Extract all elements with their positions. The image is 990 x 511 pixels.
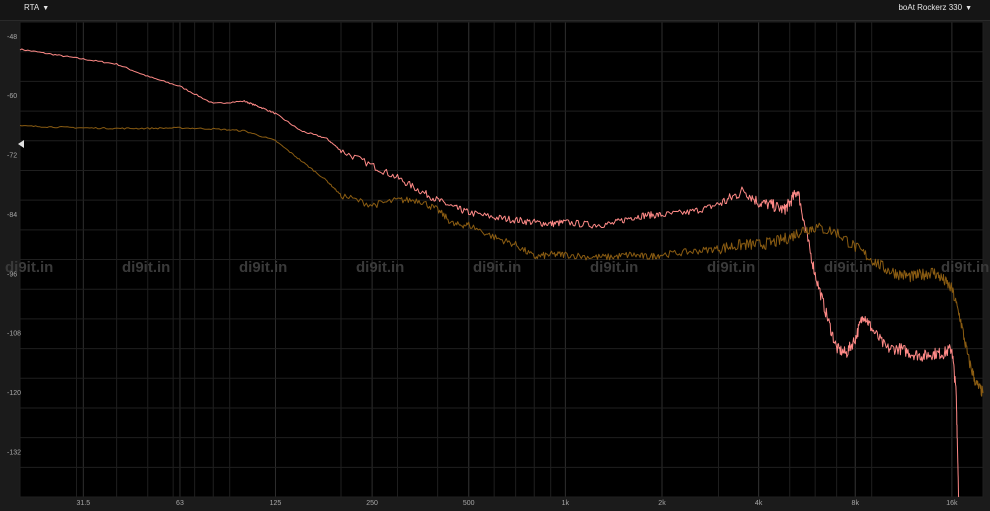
watermark-text: di9it.in xyxy=(590,259,638,276)
y-tick-label: -84 xyxy=(7,212,17,219)
y-tick-label: -120 xyxy=(7,390,21,397)
rta-window: RTA ▼ boAt Rockerz 330 ▼ di9it.in di9it.in d… xyxy=(0,0,990,511)
frequency-response-chart: di9it.in di9it.in di9it.in di9it.in di9it.in… xyxy=(5,21,989,507)
rta-mode-label: RTA xyxy=(24,3,40,12)
caret-down-icon: ▼ xyxy=(965,5,972,12)
watermark-text: di9it.in xyxy=(707,259,755,276)
device-dropdown[interactable]: boAt Rockerz 330 ▼ xyxy=(898,3,972,12)
top-bar: RTA ▼ boAt Rockerz 330 ▼ xyxy=(0,0,990,21)
x-tick-label: 2k xyxy=(658,500,666,507)
watermark-text: di9it.in xyxy=(473,259,521,276)
watermark-text: di9it.in xyxy=(824,259,872,276)
x-tick-label: 500 xyxy=(463,500,475,507)
x-tick-label: 4k xyxy=(755,500,763,507)
x-tick-label: 63 xyxy=(176,500,184,507)
x-tick-label: 1k xyxy=(562,500,570,507)
y-tick-label: -72 xyxy=(7,153,17,160)
x-tick-label: 125 xyxy=(270,500,282,507)
watermark-text: di9it.in xyxy=(239,259,287,276)
x-tick-label: 8k xyxy=(852,500,860,507)
rta-mode-dropdown[interactable]: RTA ▼ xyxy=(24,3,49,12)
rta-plot: di9it.in di9it.in di9it.in di9it.in di9it.in… xyxy=(0,20,990,511)
y-tick-label: -60 xyxy=(7,93,17,100)
device-label: boAt Rockerz 330 xyxy=(898,3,963,12)
y-tick-label: -108 xyxy=(7,331,21,338)
y-tick-label: -96 xyxy=(7,271,17,278)
x-tick-label: 31.5 xyxy=(77,500,91,507)
watermark-text: di9it.in xyxy=(122,259,170,276)
watermark-text: di9it.in xyxy=(941,259,989,276)
y-tick-label: -48 xyxy=(7,34,17,41)
caret-down-icon: ▼ xyxy=(42,5,50,12)
x-tick-label: 16k xyxy=(946,500,958,507)
y-tick-label: -132 xyxy=(7,449,21,456)
watermark-text: di9it.in xyxy=(356,259,404,276)
x-tick-label: 250 xyxy=(366,500,378,507)
